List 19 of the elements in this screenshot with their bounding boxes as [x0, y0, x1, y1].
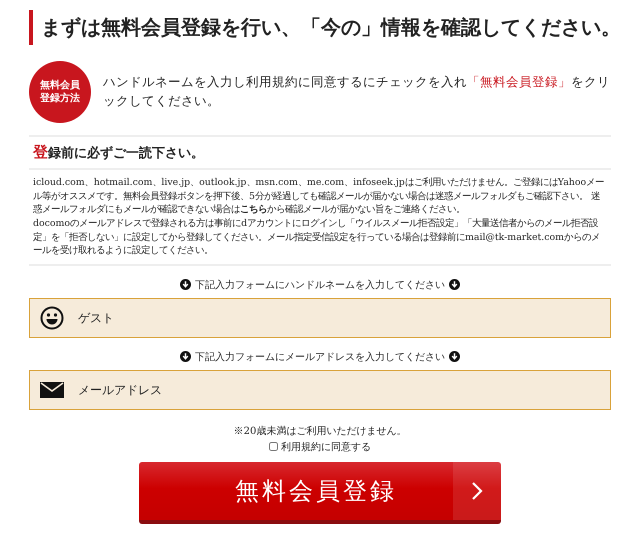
- name-field[interactable]: ゲスト: [29, 298, 611, 338]
- register-button[interactable]: 無料会員登録: [139, 462, 501, 524]
- notice-paragraph: icloud.com、hotmail.com、live.jp、outlook.jp、msn.com、me.com、infoseek.jpはご利用いただけません。ご登録にはYahooメール等がオススメです。無料会員登録ボタンを押下後、5分が経過しても確認メールが届かない場合は迷惑メールフォルダもご確認下さい。 迷惑メールフォルダにもメールが確認できない場合はこちらから確認メールが届かない旨をご連絡ください。: [33, 176, 606, 217]
- page-title: まずは無料会員登録を行い、「今の」情報を確認してください。: [29, 10, 611, 45]
- field-hint: 下記入力フォームにハンドルネームを入力してください: [195, 278, 445, 292]
- notice-heading: 登録前に必ずご一読下さい。: [32, 142, 205, 163]
- down-arrow-icon: [180, 351, 191, 362]
- agree-label: 利用規約に同意する: [281, 440, 371, 454]
- down-arrow-icon: [449, 351, 460, 362]
- chevron-icon: [471, 480, 483, 501]
- howto-text: ハンドルネームを入力し利用規約に同意するにチェックを入れ「無料会員登録」をクリックしてください。: [103, 73, 611, 110]
- down-arrow-icon: [180, 279, 191, 290]
- notice-paragraph: docomoのメールアドレスで登録される方は事前にdアカウントにログインし「ウイルスメール拒否設定」「大量送信者からのメール拒否設定」を「拒否しない」に設定してから登録してください。メール指定受信設定を行っている場合は登録前にmail@tk-market.comからのメールを受け取れるように設定してください。: [33, 216, 602, 258]
- howto-badge: 無料会員 登録方法: [29, 61, 91, 123]
- age-note: ※20歳未満はご利用いただけません。: [232, 424, 408, 438]
- email-field[interactable]: メールアドレス: [29, 370, 611, 410]
- agree-checkbox[interactable]: [269, 442, 278, 452]
- down-arrow-icon: [449, 279, 460, 290]
- field-hint: 下記入力フォームにメールアドレスを入力してください: [195, 350, 445, 364]
